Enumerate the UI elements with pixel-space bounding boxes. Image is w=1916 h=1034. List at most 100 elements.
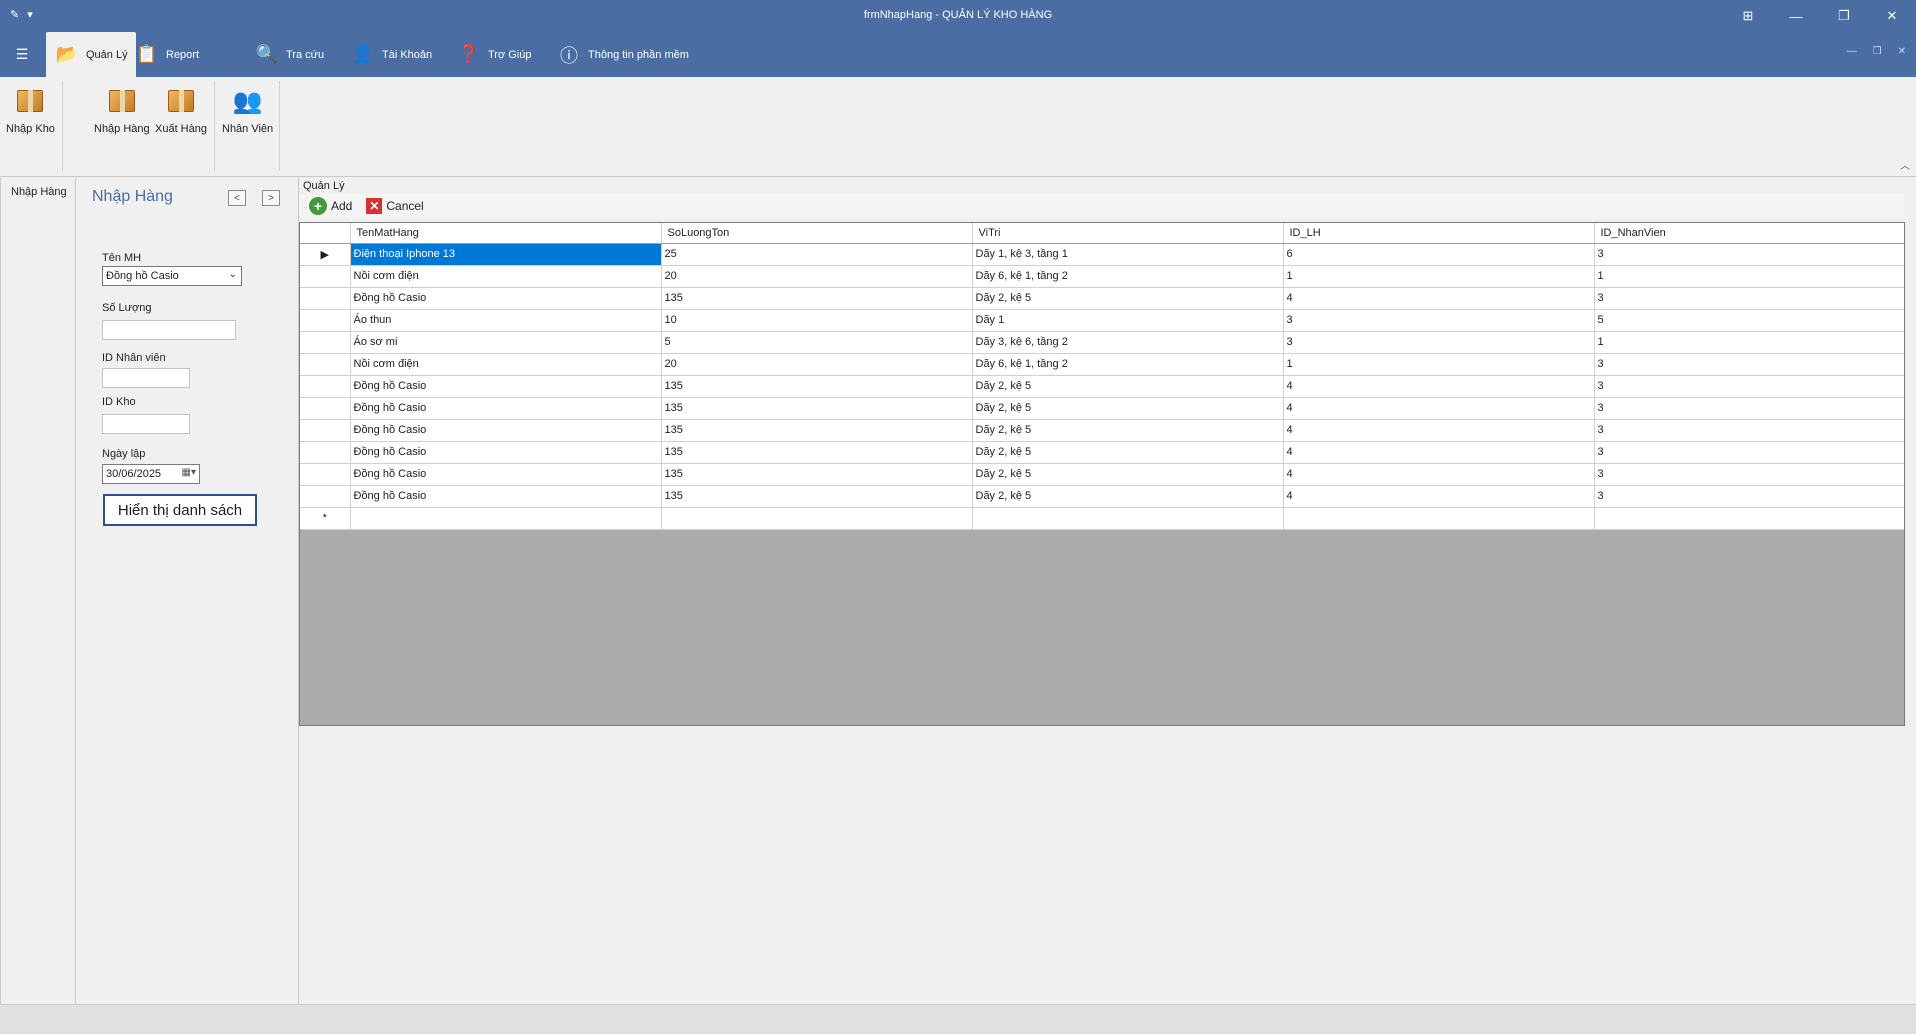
table-cell[interactable]: 3 xyxy=(1594,419,1904,442)
nav-item-nhap-hang[interactable]: Nhập Hàng xyxy=(11,186,67,198)
table-cell[interactable] xyxy=(972,507,1284,530)
table-cell[interactable]: 4 xyxy=(1283,397,1595,420)
table-row[interactable]: Đồng hồ Casio 135 Dãy 2, kệ 5 4 3 xyxy=(300,441,1904,464)
table-cell[interactable]: 3 xyxy=(1594,463,1904,486)
xuat-hang-button[interactable]: Xuất Hàng xyxy=(155,85,207,135)
table-row[interactable]: ▶ Điện thoại Iphone 13 25 Dãy 1, kệ 3, t… xyxy=(300,243,1904,266)
table-cell[interactable]: 1 xyxy=(1283,265,1595,288)
row-header[interactable] xyxy=(300,485,351,508)
table-cell[interactable]: Dãy 1, kệ 3, tầng 1 xyxy=(972,243,1284,266)
table-cell[interactable]: 5 xyxy=(661,331,973,354)
table-cell[interactable]: 10 xyxy=(661,309,973,332)
table-cell[interactable]: 4 xyxy=(1283,463,1595,486)
table-cell[interactable]: Dãy 6, kệ 1, tầng 2 xyxy=(972,265,1284,288)
table-row[interactable]: Nồi cơm điện 20 Dãy 6, kệ 1, tầng 2 1 3 xyxy=(300,353,1904,376)
nav-back-button[interactable]: < xyxy=(228,190,246,206)
row-header[interactable] xyxy=(300,375,351,398)
table-cell[interactable]: Đồng hồ Casio xyxy=(350,441,662,464)
table-cell[interactable]: 6 xyxy=(1283,243,1595,266)
table-cell[interactable] xyxy=(1594,507,1904,530)
close-button[interactable]: ✕ xyxy=(1868,0,1916,32)
column-header[interactable]: ID_NhanVien xyxy=(1594,223,1904,244)
row-header[interactable] xyxy=(300,309,351,332)
table-cell[interactable]: 25 xyxy=(661,243,973,266)
row-header-corner[interactable] xyxy=(300,223,351,244)
app-menu-button[interactable]: ☰ xyxy=(8,44,36,64)
table-cell[interactable]: Dãy 1 xyxy=(972,309,1284,332)
table-cell[interactable]: Đồng hồ Casio xyxy=(350,397,662,420)
table-cell[interactable]: Dãy 2, kệ 5 xyxy=(972,419,1284,442)
nhap-hang-button[interactable]: Nhập Hàng xyxy=(94,85,150,135)
tab-tai-khoan[interactable]: 👤 Tài Khoản xyxy=(342,32,440,77)
table-row[interactable]: Đồng hồ Casio 135 Dãy 2, kệ 5 4 3 xyxy=(300,419,1904,442)
tab-tra-cuu[interactable]: 🔍 Tra cứu xyxy=(246,32,332,77)
current-row-icon[interactable]: ▶ xyxy=(300,243,351,266)
table-cell[interactable]: 20 xyxy=(661,265,973,288)
table-cell[interactable]: 3 xyxy=(1283,331,1595,354)
column-header[interactable]: ID_LH xyxy=(1283,223,1595,244)
table-cell[interactable]: 5 xyxy=(1594,309,1904,332)
table-cell[interactable]: 3 xyxy=(1594,353,1904,376)
column-header[interactable]: TenMatHang xyxy=(350,223,662,244)
ngay-lap-datepicker[interactable]: 30/06/2025 ▦▾ xyxy=(102,464,200,484)
table-row[interactable]: Đồng hồ Casio 135 Dãy 2, kệ 5 4 3 xyxy=(300,463,1904,486)
table-row[interactable]: Áo thun 10 Dãy 1 3 5 xyxy=(300,309,1904,332)
table-cell[interactable]: 4 xyxy=(1283,375,1595,398)
row-header[interactable] xyxy=(300,287,351,310)
table-cell[interactable]: 135 xyxy=(661,485,973,508)
table-cell[interactable]: Áo thun xyxy=(350,309,662,332)
table-cell[interactable]: 3 xyxy=(1594,441,1904,464)
tab-tro-giup[interactable]: ❓ Trợ Giúp xyxy=(448,32,539,77)
row-header[interactable] xyxy=(300,441,351,464)
table-cell[interactable]: 3 xyxy=(1594,397,1904,420)
table-cell[interactable]: 3 xyxy=(1594,485,1904,508)
table-cell[interactable]: Dãy 2, kệ 5 xyxy=(972,441,1284,464)
table-cell[interactable]: 135 xyxy=(661,419,973,442)
nhap-kho-button[interactable]: Nhập Kho xyxy=(6,85,55,135)
cancel-button[interactable]: ✕ Cancel xyxy=(358,198,424,214)
table-cell[interactable]: Áo sơ mi xyxy=(350,331,662,354)
table-row[interactable]: Nồi cơm điện 20 Dãy 6, kệ 1, tầng 2 1 1 xyxy=(300,265,1904,288)
column-header[interactable]: SoLuongTon xyxy=(661,223,973,244)
table-row[interactable]: Đồng hồ Casio 135 Dãy 2, kệ 5 4 3 xyxy=(300,287,1904,310)
table-cell[interactable]: Dãy 2, kệ 5 xyxy=(972,375,1284,398)
table-cell[interactable]: 4 xyxy=(1283,485,1595,508)
table-cell[interactable]: Đồng hồ Casio xyxy=(350,463,662,486)
tab-quan-ly[interactable]: 📂 Quản Lý xyxy=(46,32,136,77)
collapse-ribbon-icon[interactable]: ︿ xyxy=(1900,157,1910,172)
table-cell[interactable]: Dãy 2, kệ 5 xyxy=(972,485,1284,508)
table-cell[interactable]: 4 xyxy=(1283,441,1595,464)
table-cell[interactable]: Điện thoại Iphone 13 xyxy=(350,243,662,266)
new-row[interactable]: * xyxy=(300,507,1904,530)
table-row[interactable]: Đồng hồ Casio 135 Dãy 2, kệ 5 4 3 xyxy=(300,397,1904,420)
table-cell[interactable]: 3 xyxy=(1594,375,1904,398)
data-grid[interactable]: TenMatHang SoLuongTon ViTri ID_LH ID_Nha… xyxy=(299,222,1905,726)
table-row[interactable]: Đồng hồ Casio 135 Dãy 2, kệ 5 4 3 xyxy=(300,485,1904,508)
table-cell[interactable]: Dãy 2, kệ 5 xyxy=(972,287,1284,310)
table-cell[interactable]: 4 xyxy=(1283,419,1595,442)
table-cell[interactable]: 135 xyxy=(661,397,973,420)
table-cell[interactable]: 3 xyxy=(1594,287,1904,310)
nav-forward-button[interactable]: > xyxy=(262,190,280,206)
row-header[interactable] xyxy=(300,331,351,354)
column-header[interactable]: ViTri xyxy=(972,223,1284,244)
table-cell[interactable]: Đồng hồ Casio xyxy=(350,419,662,442)
mdi-minimize-button[interactable]: — xyxy=(1847,46,1857,57)
table-cell[interactable] xyxy=(1283,507,1595,530)
nhan-vien-button[interactable]: 👥 Nhân Viên xyxy=(222,85,273,136)
ten-mh-select[interactable]: Đồng hồ Casio ⌄ xyxy=(102,266,242,286)
table-cell[interactable]: 3 xyxy=(1594,243,1904,266)
table-cell[interactable]: 1 xyxy=(1594,331,1904,354)
row-header[interactable] xyxy=(300,463,351,486)
table-cell[interactable]: Nồi cơm điện xyxy=(350,265,662,288)
table-cell[interactable]: Dãy 6, kệ 1, tầng 2 xyxy=(972,353,1284,376)
show-list-button[interactable]: Hiển thị danh sách xyxy=(103,494,257,526)
minimize-button[interactable]: — xyxy=(1772,0,1820,32)
table-cell[interactable]: 1 xyxy=(1594,265,1904,288)
id-kho-input[interactable] xyxy=(102,414,190,434)
add-button[interactable]: + Add xyxy=(309,197,352,215)
table-cell[interactable]: Dãy 2, kệ 5 xyxy=(972,463,1284,486)
so-luong-input[interactable] xyxy=(102,320,236,340)
table-cell[interactable]: 135 xyxy=(661,463,973,486)
table-cell[interactable] xyxy=(350,507,662,530)
